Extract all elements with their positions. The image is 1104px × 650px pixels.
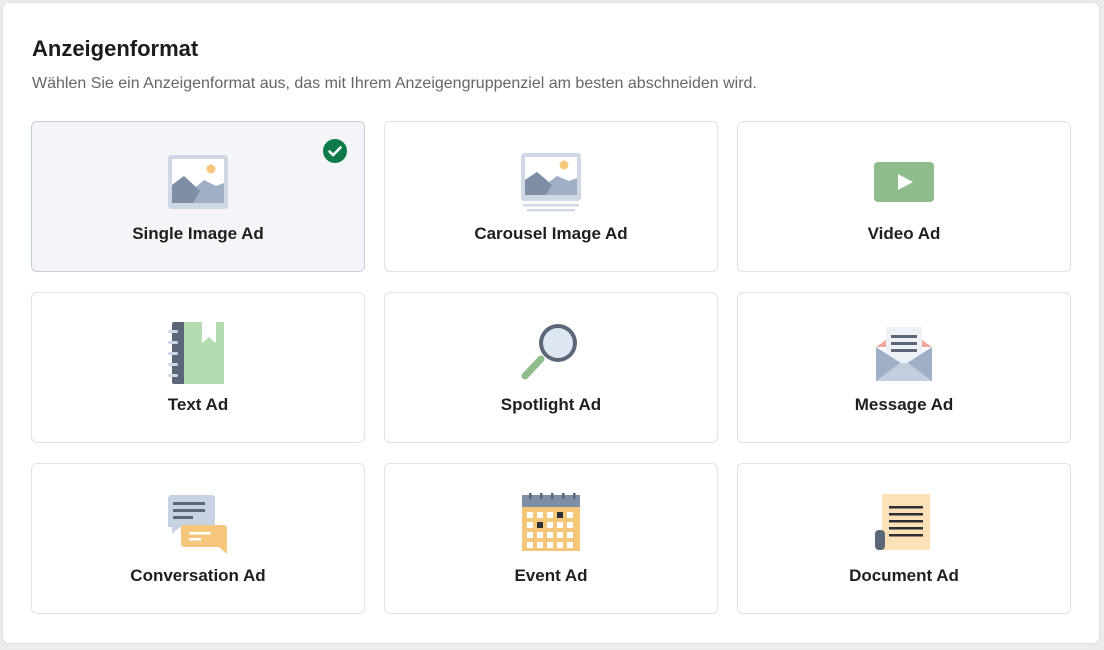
format-label: Video Ad: [867, 224, 941, 243]
format-label: Carousel Image Ad: [474, 224, 628, 243]
format-card-text[interactable]: Text Ad: [31, 292, 365, 443]
ad-format-panel: Anzeigenformat Wählen Sie ein Anzeigenfo…: [3, 3, 1099, 643]
ad-format-grid: Single Image Ad Carousel Image Ad Video …: [31, 121, 1071, 614]
format-label: Message Ad: [854, 395, 954, 414]
format-label: Conversation Ad: [130, 566, 266, 585]
format-label: Document Ad: [849, 566, 959, 585]
format-label: Spotlight Ad: [500, 395, 602, 414]
envelope-letter-icon: [872, 321, 936, 385]
page-subtitle: Wählen Sie ein Anzeigenformat aus, das m…: [32, 75, 757, 92]
notebook-icon: [166, 321, 230, 385]
format-label: Single Image Ad: [132, 224, 264, 243]
format-card-spotlight[interactable]: Spotlight Ad: [384, 292, 718, 443]
format-card-carousel-image[interactable]: Carousel Image Ad: [384, 121, 718, 272]
format-card-video[interactable]: Video Ad: [737, 121, 1071, 272]
chat-bubbles-icon: [166, 492, 230, 556]
page-title: Anzeigenformat: [32, 36, 199, 61]
calendar-icon: [519, 492, 583, 556]
selected-check-icon: [323, 139, 347, 163]
carousel-image-icon: [519, 150, 583, 214]
format-label: Text Ad: [167, 395, 229, 414]
format-card-conversation[interactable]: Conversation Ad: [31, 463, 365, 614]
image-icon: [166, 150, 230, 214]
format-card-event[interactable]: Event Ad: [384, 463, 718, 614]
video-play-icon: [872, 150, 936, 214]
format-card-message[interactable]: Message Ad: [737, 292, 1071, 443]
magnifier-icon: [519, 321, 583, 385]
format-card-single-image[interactable]: Single Image Ad: [31, 121, 365, 272]
format-card-document[interactable]: Document Ad: [737, 463, 1071, 614]
format-label: Event Ad: [514, 566, 588, 585]
document-scroll-icon: [872, 492, 936, 556]
